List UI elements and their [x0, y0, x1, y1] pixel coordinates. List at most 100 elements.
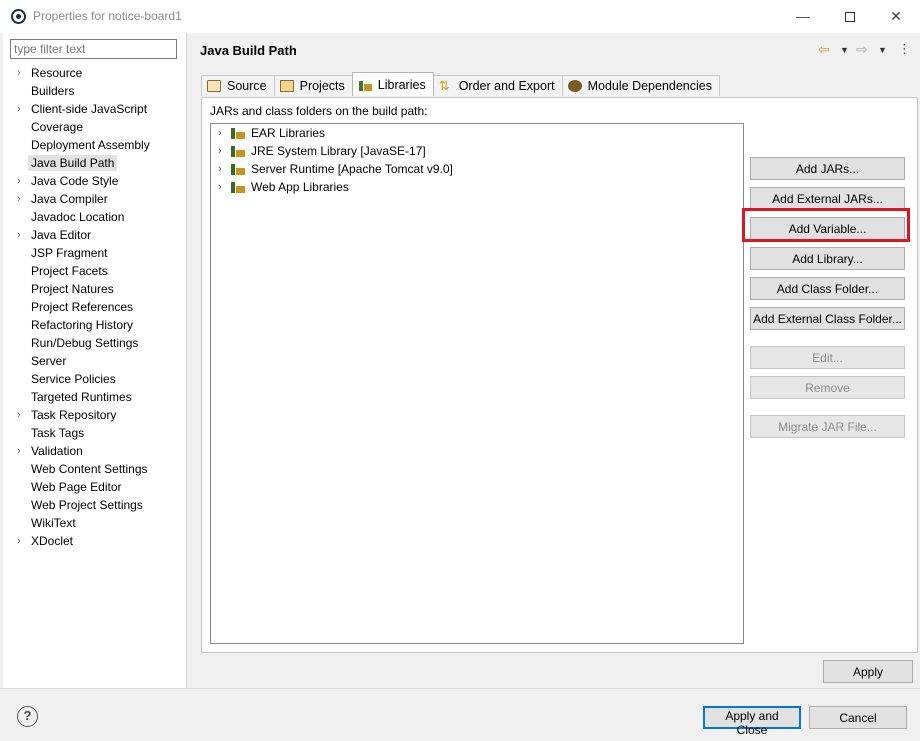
- nav-item-label: Service Policies: [31, 372, 116, 386]
- forward-dropdown-icon[interactable]: ▼: [878, 45, 887, 55]
- page-title: Java Build Path: [200, 43, 297, 58]
- chevron-right-icon[interactable]: ›: [17, 100, 21, 118]
- library-tree[interactable]: › EAR Libraries › JRE System Library [JavaS…: [210, 123, 744, 644]
- remove-button[interactable]: Remove: [750, 376, 905, 399]
- cancel-button[interactable]: Cancel: [809, 706, 907, 729]
- edit-button[interactable]: Edit...: [750, 346, 905, 369]
- chevron-right-icon[interactable]: ›: [17, 442, 21, 460]
- chevron-right-icon[interactable]: ›: [17, 532, 21, 550]
- add-external-jars-button[interactable]: Add External JARs...: [750, 187, 905, 210]
- nav-item[interactable]: Task Tags: [3, 424, 187, 442]
- nav-item[interactable]: Web Content Settings: [3, 460, 187, 478]
- tab-label: Source: [227, 79, 267, 93]
- chevron-right-icon[interactable]: ›: [218, 178, 222, 196]
- nav-item-label: Web Content Settings: [31, 462, 148, 476]
- nav-item[interactable]: › Task Repository: [3, 406, 187, 424]
- nav-item[interactable]: › Java Code Style: [3, 172, 187, 190]
- tab-source[interactable]: Source: [201, 75, 275, 96]
- nav-item[interactable]: Web Project Settings: [3, 496, 187, 514]
- tab-order-and-export[interactable]: ⇅ Order and Export: [432, 75, 563, 96]
- chevron-right-icon[interactable]: ›: [17, 406, 21, 424]
- add-library-button[interactable]: Add Library...: [750, 247, 905, 270]
- add-class-folder-button[interactable]: Add Class Folder...: [750, 277, 905, 300]
- library-entry[interactable]: › JRE System Library [JavaSE-17]: [211, 142, 426, 160]
- help-icon[interactable]: ?: [17, 706, 38, 727]
- nav-item[interactable]: Java Build Path: [3, 154, 187, 172]
- nav-item[interactable]: Builders: [3, 82, 187, 100]
- nav-item-label: Task Tags: [31, 426, 85, 440]
- chevron-right-icon[interactable]: ›: [218, 124, 222, 142]
- title-bar: Properties for notice-board1 — ✕: [0, 0, 920, 33]
- nav-item[interactable]: › Java Compiler: [3, 190, 187, 208]
- chevron-right-icon[interactable]: ›: [17, 190, 21, 208]
- back-dropdown-icon[interactable]: ▼: [840, 45, 849, 55]
- nav-item[interactable]: Service Policies: [3, 370, 187, 388]
- library-entry[interactable]: › EAR Libraries: [211, 124, 325, 142]
- nav-item[interactable]: › Validation: [3, 442, 187, 460]
- nav-item[interactable]: Run/Debug Settings: [3, 334, 187, 352]
- close-button[interactable]: ✕: [876, 4, 916, 28]
- add-jars-button[interactable]: Add JARs...: [750, 157, 905, 180]
- maximize-button[interactable]: [830, 4, 870, 28]
- module-icon: [567, 80, 582, 92]
- chevron-right-icon[interactable]: ›: [218, 142, 222, 160]
- nav-item[interactable]: Refactoring History: [3, 316, 187, 334]
- library-label: Web App Libraries: [251, 180, 349, 194]
- back-arrow-icon[interactable]: ⇦: [818, 41, 830, 58]
- library-label: Server Runtime [Apache Tomcat v9.0]: [251, 162, 453, 176]
- projects-folder-icon: [279, 80, 294, 92]
- nav-item-label: Java Compiler: [31, 192, 108, 206]
- preference-tree-pane: › Resource Builders › Client-side JavaScript…: [3, 33, 187, 688]
- nav-item[interactable]: Project References: [3, 298, 187, 316]
- nav-item-label: Javadoc Location: [31, 210, 125, 224]
- nav-item-label: XDoclet: [31, 534, 74, 548]
- add-variable-button[interactable]: Add Variable...: [750, 217, 905, 240]
- minimize-button[interactable]: —: [783, 4, 823, 28]
- nav-item[interactable]: Deployment Assembly: [3, 136, 187, 154]
- nav-item[interactable]: JSP Fragment: [3, 244, 187, 262]
- nav-item[interactable]: › Client-side JavaScript: [3, 100, 187, 118]
- nav-item-label: Server: [31, 354, 67, 368]
- chevron-right-icon[interactable]: ›: [17, 172, 21, 190]
- nav-item[interactable]: › Resource: [3, 64, 187, 82]
- library-label: JRE System Library [JavaSE-17]: [251, 144, 426, 158]
- chevron-right-icon[interactable]: ›: [17, 64, 21, 82]
- chevron-right-icon[interactable]: ›: [17, 226, 21, 244]
- apply-button[interactable]: Apply: [823, 660, 913, 683]
- add-external-class-folder-button[interactable]: Add External Class Folder...: [750, 307, 905, 330]
- nav-item-label: Java Code Style: [31, 174, 119, 188]
- nav-item[interactable]: Project Natures: [3, 280, 187, 298]
- forward-arrow-icon[interactable]: ⇨: [856, 41, 868, 58]
- nav-item[interactable]: Targeted Runtimes: [3, 388, 187, 406]
- migrate-jar-button[interactable]: Migrate JAR File...: [750, 415, 905, 438]
- nav-item[interactable]: Server: [3, 352, 187, 370]
- library-entry[interactable]: › Web App Libraries: [211, 178, 349, 196]
- tab-libraries[interactable]: Libraries: [351, 72, 434, 96]
- build-path-tabs: Source Projects Libraries ⇅ Order and Export…: [201, 72, 720, 97]
- filter-input[interactable]: [10, 39, 177, 59]
- nav-item-label: Refactoring History: [31, 318, 134, 332]
- nav-item[interactable]: › XDoclet: [3, 532, 187, 550]
- nav-item[interactable]: WikiText: [3, 514, 187, 532]
- apply-and-close-button[interactable]: Apply and Close: [703, 706, 801, 737]
- tab-module-dependencies[interactable]: Module Dependencies: [561, 75, 720, 96]
- nav-item[interactable]: Coverage: [3, 118, 187, 136]
- nav-item-label: Task Repository: [31, 408, 117, 422]
- nav-item-label: Deployment Assembly: [31, 138, 150, 152]
- nav-item[interactable]: Web Page Editor: [3, 478, 187, 496]
- source-folder-icon: [207, 80, 221, 92]
- library-icon: [231, 145, 245, 157]
- view-menu-icon[interactable]: ⋮: [898, 41, 911, 57]
- nav-item-label: Web Project Settings: [31, 498, 143, 512]
- nav-item[interactable]: Project Facets: [3, 262, 187, 280]
- chevron-right-icon[interactable]: ›: [218, 160, 222, 178]
- tab-label: Libraries: [377, 77, 426, 92]
- library-icon: [358, 79, 372, 91]
- nav-item[interactable]: Javadoc Location: [3, 208, 187, 226]
- tab-projects[interactable]: Projects: [273, 75, 353, 96]
- nav-item-label: Resource: [31, 66, 83, 80]
- nav-item-label: Run/Debug Settings: [31, 336, 139, 350]
- order-export-icon: ⇅: [438, 78, 450, 93]
- library-entry[interactable]: › Server Runtime [Apache Tomcat v9.0]: [211, 160, 453, 178]
- nav-item[interactable]: › Java Editor: [3, 226, 187, 244]
